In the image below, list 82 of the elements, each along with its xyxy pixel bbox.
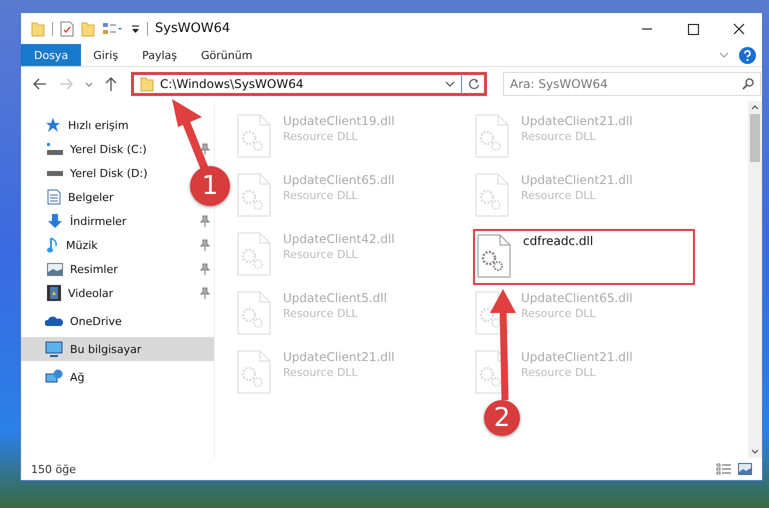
- file-item[interactable]: cdfreadc.dll: [473, 229, 695, 285]
- ribbon-tab[interactable]: Görünüm: [189, 44, 264, 66]
- pin-icon[interactable]: [200, 239, 210, 251]
- file-name: UpdateClient21.dll: [521, 350, 633, 364]
- file-menu-tab[interactable]: Dosya: [21, 44, 82, 66]
- file-name: cdfreadc.dll: [523, 234, 594, 248]
- refresh-icon[interactable]: [468, 78, 480, 90]
- document-icon: [47, 189, 61, 205]
- scrollbar-thumb[interactable]: [750, 114, 760, 162]
- sidebar-item[interactable]: Yerel Disk (C:): [21, 137, 214, 161]
- cloud-icon: [45, 316, 63, 326]
- film-icon: [47, 285, 61, 301]
- back-arrow-icon[interactable]: [33, 78, 47, 90]
- dll-file-icon: [477, 234, 511, 278]
- music-note-icon: [47, 237, 59, 253]
- layout-dropdown-icon[interactable]: [102, 22, 124, 36]
- window-title: SysWOW64: [155, 21, 230, 36]
- file-type: Resource DLL: [283, 248, 359, 261]
- file-name: UpdateClient65.dll: [283, 173, 395, 187]
- file-name: UpdateClient5.dll: [283, 291, 387, 305]
- monitor-icon: [45, 341, 63, 357]
- customize-dropdown-icon[interactable]: [131, 24, 140, 34]
- file-type: Resource DLL: [521, 366, 597, 379]
- file-type: Resource DLL: [283, 189, 359, 202]
- sidebar-item[interactable]: İndirmeler: [21, 209, 214, 233]
- network-icon: [45, 369, 63, 385]
- scrollbar[interactable]: [748, 101, 762, 458]
- expand-ribbon-icon[interactable]: [719, 52, 729, 58]
- address-bar[interactable]: C:\Windows\SysWOW64: [131, 72, 487, 96]
- dll-file-icon: [237, 350, 271, 394]
- search-icon: [742, 78, 754, 90]
- up-arrow-icon[interactable]: [105, 77, 117, 91]
- file-name: UpdateClient19.dll: [283, 114, 395, 128]
- drive-icon: [47, 143, 63, 155]
- scroll-down-icon[interactable]: [751, 449, 759, 454]
- sidebar-item[interactable]: Yerel Disk (D:): [21, 161, 152, 185]
- down-arrow-icon: [47, 213, 63, 229]
- pin-icon[interactable]: [200, 215, 210, 227]
- ribbon-tab[interactable]: Giriş: [81, 44, 130, 66]
- sidebar-item[interactable]: Bu bilgisayar: [21, 337, 214, 361]
- sidebar-item[interactable]: Hızlı erişim: [21, 113, 214, 137]
- pin-icon[interactable]: [200, 287, 210, 299]
- file-name: UpdateClient21.dll: [521, 114, 633, 128]
- file-type: Resource DLL: [283, 307, 359, 320]
- ribbon-tab[interactable]: Paylaş: [130, 44, 189, 66]
- pin-icon[interactable]: [200, 263, 210, 275]
- file-name: UpdateClient42.dll: [283, 232, 395, 246]
- dll-file-icon: [237, 291, 271, 335]
- address-path: C:\Windows\SysWOW64: [160, 77, 304, 91]
- help-icon[interactable]: [739, 46, 756, 64]
- sidebar-item[interactable]: Müzik: [21, 233, 214, 257]
- large-icons-view-icon[interactable]: [738, 463, 752, 475]
- file-type: Resource DLL: [521, 130, 597, 143]
- search-field[interactable]: Ara: SysWOW64: [503, 72, 761, 96]
- sidebar-item[interactable]: Ağ: [21, 365, 214, 389]
- file-type: Resource DLL: [521, 189, 597, 202]
- file-type: Resource DLL: [521, 307, 597, 320]
- sidebar-item[interactable]: Resimler: [21, 257, 214, 281]
- recent-caret-icon[interactable]: [85, 82, 93, 86]
- sidebar-item[interactable]: OneDrive: [21, 309, 214, 333]
- drive-icon: [47, 170, 63, 176]
- folder-icon: [140, 76, 154, 92]
- star-icon: [45, 117, 61, 133]
- scroll-up-icon[interactable]: [751, 105, 759, 110]
- file-name: UpdateClient21.dll: [283, 350, 395, 364]
- dll-file-icon: [237, 232, 271, 276]
- details-view-icon[interactable]: [716, 463, 732, 475]
- file-type: Resource DLL: [283, 366, 359, 379]
- file-type: Resource DLL: [283, 130, 359, 143]
- properties-icon[interactable]: [60, 20, 74, 36]
- dll-file-icon: [237, 114, 271, 158]
- file-name: UpdateClient21.dll: [521, 173, 633, 187]
- picture-icon: [47, 262, 63, 276]
- dropdown-caret-icon[interactable]: [445, 81, 455, 87]
- item-count: 150 öğe: [31, 462, 76, 476]
- file-name: UpdateClient65.dll: [521, 291, 633, 305]
- pin-icon[interactable]: [200, 143, 210, 155]
- dll-file-icon: [237, 173, 271, 217]
- dll-file-icon: [475, 173, 509, 217]
- sidebar-item[interactable]: Belgeler: [21, 185, 118, 209]
- sidebar-item[interactable]: Videolar: [21, 281, 214, 305]
- dll-file-icon: [475, 114, 509, 158]
